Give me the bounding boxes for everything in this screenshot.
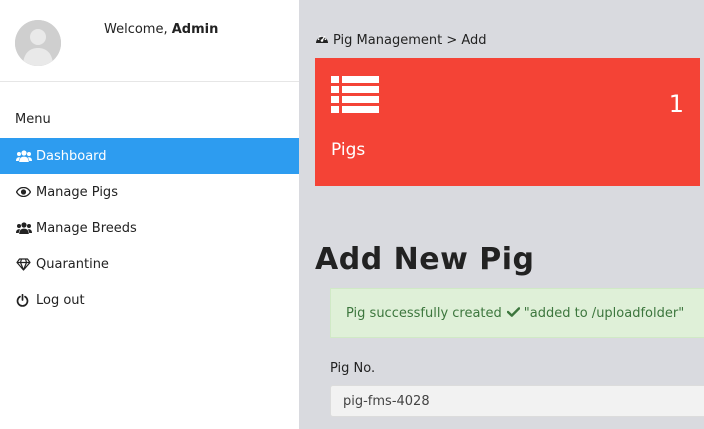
sidebar: Welcome, Admin Menu Dashboard Manage Pig… — [0, 0, 299, 429]
username: Admin — [171, 22, 219, 37]
menu-title: Menu — [15, 112, 51, 127]
power-icon — [16, 293, 36, 307]
diamond-icon — [16, 257, 36, 271]
avatar — [15, 20, 61, 66]
alert-message: Pig successfully created — [346, 305, 502, 321]
sidebar-item-log-out[interactable]: Log out — [0, 282, 299, 318]
page-title: Add New Pig — [315, 242, 535, 277]
welcome-prefix: Welcome, — [104, 22, 168, 37]
sidebar-item-label: Manage Breeds — [36, 220, 137, 236]
breadcrumb-text: Pig Management > Add — [333, 32, 487, 48]
success-alert: Pig successfully created "added to /uplo… — [330, 288, 704, 338]
pigs-count: 1 — [668, 90, 684, 118]
check-icon — [502, 306, 524, 321]
sidebar-item-label: Dashboard — [36, 148, 107, 164]
users-icon — [16, 222, 36, 234]
sidebar-item-dashboard[interactable]: Dashboard — [0, 138, 299, 174]
users-icon — [16, 150, 36, 162]
sidebar-nav: Dashboard Manage Pigs Manage Breeds Quar… — [0, 138, 299, 318]
list-icon — [331, 76, 379, 118]
pigs-label: Pigs — [331, 140, 366, 160]
main-content: Pig Management > Add 1 Pigs Add New Pig … — [299, 0, 704, 429]
sidebar-item-label: Log out — [36, 292, 85, 308]
pig-no-input[interactable] — [330, 385, 704, 417]
sidebar-item-quarantine[interactable]: Quarantine — [0, 246, 299, 282]
dashboard-icon — [315, 32, 333, 48]
pig-no-label: Pig No. — [330, 361, 376, 376]
sidebar-item-manage-pigs[interactable]: Manage Pigs — [0, 174, 299, 210]
eye-icon — [16, 187, 36, 197]
profile-panel: Welcome, Admin — [0, 0, 299, 82]
sidebar-item-label: Quarantine — [36, 256, 109, 272]
alert-detail: "added to /uploadfolder" — [523, 305, 685, 321]
pigs-stat-card[interactable]: 1 Pigs — [315, 58, 700, 186]
sidebar-item-label: Manage Pigs — [36, 184, 118, 200]
sidebar-item-manage-breeds[interactable]: Manage Breeds — [0, 210, 299, 246]
breadcrumb: Pig Management > Add — [315, 32, 487, 48]
welcome-text: Welcome, Admin — [104, 22, 218, 37]
